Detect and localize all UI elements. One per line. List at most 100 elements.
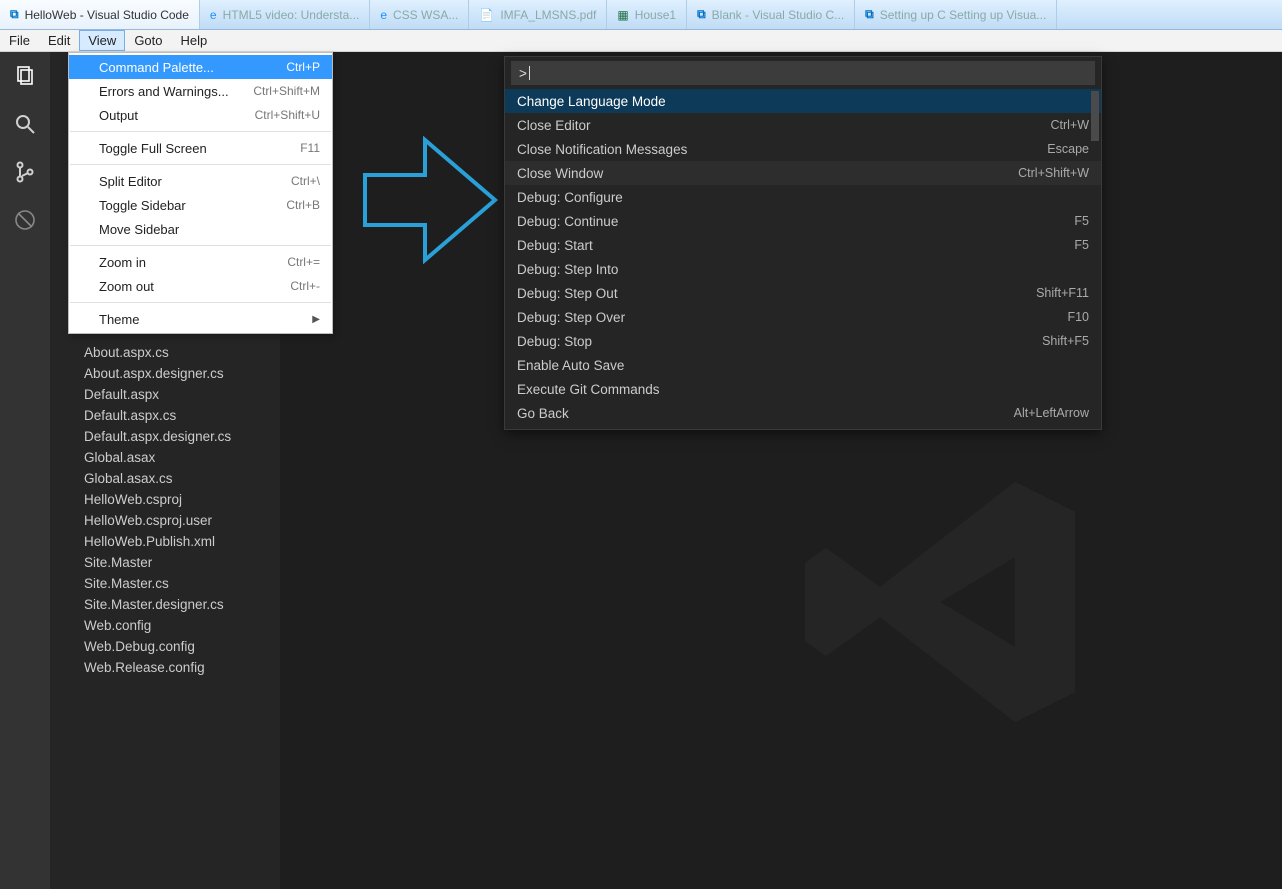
file-item[interactable]: Web.config: [50, 615, 280, 636]
command-item[interactable]: Enable Auto Save: [505, 353, 1101, 377]
menu-item[interactable]: Split EditorCtrl+\: [69, 169, 332, 193]
taskbar-tab[interactable]: eHTML5 video: Understa...: [200, 0, 370, 29]
excel-icon: ▦: [617, 8, 628, 22]
search-icon[interactable]: [11, 110, 39, 138]
menu-edit[interactable]: Edit: [39, 30, 79, 51]
file-item[interactable]: Web.Debug.config: [50, 636, 280, 657]
taskbar-tab-label: HelloWeb - Visual Studio Code: [25, 8, 189, 22]
menu-help[interactable]: Help: [172, 30, 217, 51]
command-item[interactable]: Debug: StartF5: [505, 233, 1101, 257]
file-item[interactable]: Default.aspx.cs: [50, 405, 280, 426]
menu-separator: [70, 131, 331, 132]
git-icon[interactable]: [11, 158, 39, 186]
menu-item[interactable]: Zoom outCtrl+-: [69, 274, 332, 298]
command-item[interactable]: Close EditorCtrl+W: [505, 113, 1101, 137]
file-item[interactable]: Global.asax: [50, 447, 280, 468]
command-shortcut: F10: [1067, 310, 1089, 324]
command-shortcut: F5: [1074, 238, 1089, 252]
menu-file[interactable]: File: [0, 30, 39, 51]
file-item[interactable]: About.aspx.designer.cs: [50, 363, 280, 384]
command-item[interactable]: Change Language Mode: [505, 89, 1101, 113]
menu-item-label: Move Sidebar: [99, 222, 320, 237]
files-icon[interactable]: [11, 62, 39, 90]
taskbar-tab-label: CSS WSA...: [393, 8, 458, 22]
command-shortcut: F5: [1074, 214, 1089, 228]
command-label: Debug: Start: [517, 238, 1074, 253]
file-item[interactable]: HelloWeb.csproj.user: [50, 510, 280, 531]
command-shortcut: Escape: [1047, 142, 1089, 156]
command-label: Debug: Stop: [517, 334, 1042, 349]
menu-item-label: Errors and Warnings...: [99, 84, 253, 99]
file-item[interactable]: Default.aspx: [50, 384, 280, 405]
menu-item-shortcut: Ctrl+Shift+U: [255, 108, 320, 122]
command-label: Debug: Step Out: [517, 286, 1036, 301]
menu-item[interactable]: Move Sidebar: [69, 217, 332, 241]
taskbar-tab[interactable]: ⧉Blank - Visual Studio C...: [687, 0, 855, 29]
menu-item[interactable]: Theme▶: [69, 307, 332, 331]
taskbar-tab-label: Blank - Visual Studio C...: [712, 8, 845, 22]
file-item[interactable]: Global.asax.cs: [50, 468, 280, 489]
menu-item[interactable]: Command Palette...Ctrl+P: [69, 55, 332, 79]
command-item[interactable]: Close WindowCtrl+Shift+W: [505, 161, 1101, 185]
menu-item[interactable]: OutputCtrl+Shift+U: [69, 103, 332, 127]
palette-prompt: >: [519, 66, 527, 81]
menu-item-label: Zoom out: [99, 279, 290, 294]
scrollbar[interactable]: [1091, 91, 1099, 141]
menu-item-shortcut: Ctrl+Shift+M: [253, 84, 320, 98]
activity-bar: [0, 52, 50, 889]
command-item[interactable]: Debug: Step Into: [505, 257, 1101, 281]
menu-separator: [70, 245, 331, 246]
command-label: Close Window: [517, 166, 1018, 181]
vscode-watermark-icon: [790, 452, 1090, 755]
taskbar-tab[interactable]: eCSS WSA...: [370, 0, 469, 29]
command-shortcut: Shift+F11: [1036, 286, 1089, 300]
taskbar-tab[interactable]: ⧉HelloWeb - Visual Studio Code: [0, 0, 200, 29]
menu-separator: [70, 302, 331, 303]
command-label: Close Notification Messages: [517, 142, 1047, 157]
os-taskbar: ⧉HelloWeb - Visual Studio CodeeHTML5 vid…: [0, 0, 1282, 30]
menu-view[interactable]: View: [79, 30, 125, 51]
command-item[interactable]: Close Notification MessagesEscape: [505, 137, 1101, 161]
command-item[interactable]: Debug: Configure: [505, 185, 1101, 209]
menu-item-label: Split Editor: [99, 174, 291, 189]
menu-item-label: Zoom in: [99, 255, 287, 270]
menu-item-shortcut: F11: [300, 141, 320, 155]
file-item[interactable]: Default.aspx.designer.cs: [50, 426, 280, 447]
command-item[interactable]: Debug: Step OverF10: [505, 305, 1101, 329]
menu-item[interactable]: Zoom inCtrl+=: [69, 250, 332, 274]
command-item[interactable]: Debug: ContinueF5: [505, 209, 1101, 233]
menu-item[interactable]: Errors and Warnings...Ctrl+Shift+M: [69, 79, 332, 103]
file-item[interactable]: Site.Master.cs: [50, 573, 280, 594]
file-item[interactable]: HelloWeb.csproj: [50, 489, 280, 510]
command-label: Debug: Step Into: [517, 262, 1089, 277]
menu-item-shortcut: Ctrl+=: [287, 255, 320, 269]
menu-item-label: Toggle Sidebar: [99, 198, 286, 213]
command-item[interactable]: Go BackAlt+LeftArrow: [505, 401, 1101, 425]
file-item[interactable]: Web.Release.config: [50, 657, 280, 678]
menu-item-shortcut: Ctrl+P: [286, 60, 320, 74]
command-item[interactable]: Debug: Step OutShift+F11: [505, 281, 1101, 305]
file-item[interactable]: HelloWeb.Publish.xml: [50, 531, 280, 552]
menubar: FileEditViewGotoHelp: [0, 30, 1282, 52]
command-shortcut: Ctrl+Shift+W: [1018, 166, 1089, 180]
menu-item[interactable]: Toggle Full ScreenF11: [69, 136, 332, 160]
taskbar-tab[interactable]: 📄IMFA_LMSNS.pdf: [469, 0, 607, 29]
taskbar-tab[interactable]: ▦House1: [607, 0, 687, 29]
taskbar-tab-label: Setting up C Setting up Visua...: [880, 8, 1047, 22]
command-label: Debug: Continue: [517, 214, 1074, 229]
file-item[interactable]: Site.Master: [50, 552, 280, 573]
command-label: Debug: Step Over: [517, 310, 1067, 325]
debug-icon[interactable]: [11, 206, 39, 234]
menu-goto[interactable]: Goto: [125, 30, 171, 51]
command-item[interactable]: Execute Git Commands: [505, 377, 1101, 401]
taskbar-tab-label: IMFA_LMSNS.pdf: [500, 8, 596, 22]
menu-item-shortcut: Ctrl+\: [291, 174, 320, 188]
file-item[interactable]: About.aspx.cs: [50, 342, 280, 363]
command-label: Debug: Configure: [517, 190, 1089, 205]
command-shortcut: Alt+LeftArrow: [1014, 406, 1089, 420]
file-item[interactable]: Site.Master.designer.cs: [50, 594, 280, 615]
command-item[interactable]: Debug: StopShift+F5: [505, 329, 1101, 353]
command-palette-input[interactable]: >: [511, 61, 1095, 85]
menu-item[interactable]: Toggle SidebarCtrl+B: [69, 193, 332, 217]
taskbar-tab[interactable]: ⧉Setting up C Setting up Visua...: [855, 0, 1057, 29]
